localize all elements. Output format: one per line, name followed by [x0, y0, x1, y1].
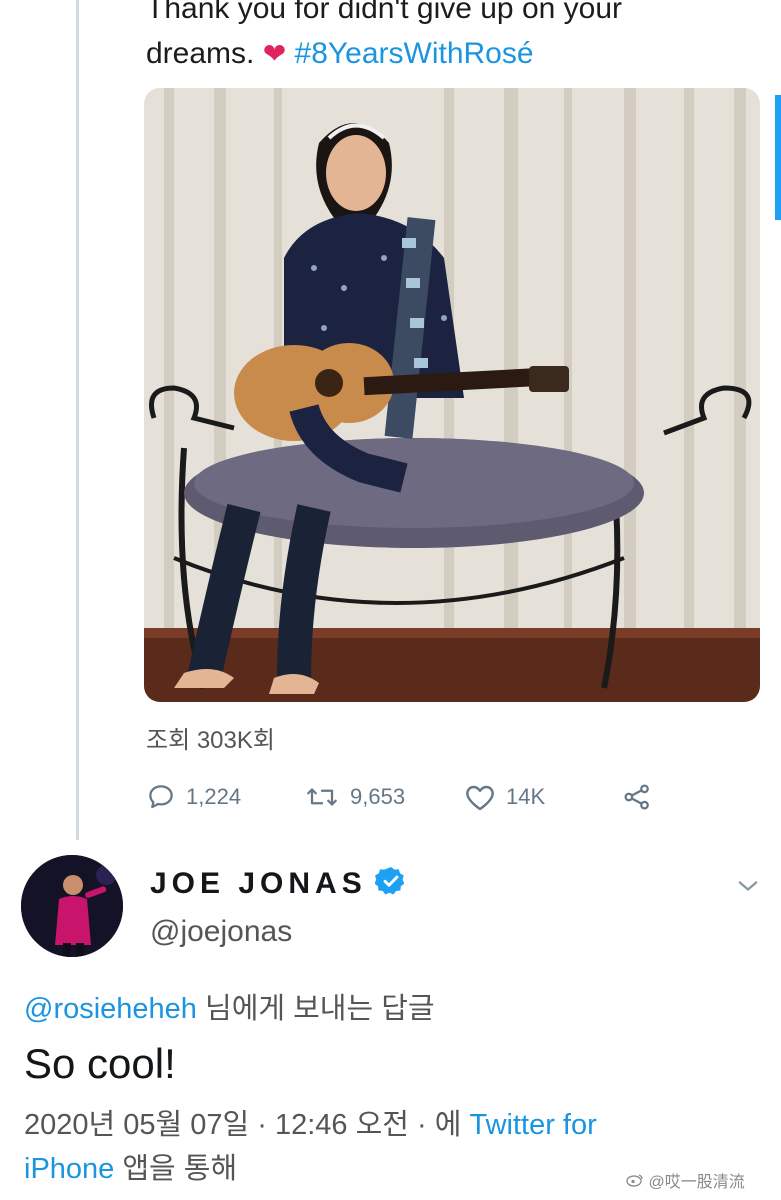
- share-icon: [622, 782, 652, 812]
- like-count: 14K: [506, 784, 546, 809]
- replying-to-suffix: 님에게 보내는 답글: [196, 993, 435, 1025]
- client-link-part2[interactable]: iPhone: [24, 1153, 114, 1185]
- heart-emoji: ❤: [262, 38, 287, 69]
- tweet-text-line-2: dreams. ❤ #8YearsWithRosé: [146, 31, 746, 76]
- chevron-down-icon[interactable]: [734, 872, 762, 905]
- weibo-icon: [626, 1174, 648, 1191]
- user-handle[interactable]: @joejonas: [150, 915, 292, 949]
- hashtag-link[interactable]: #8YearsWithRosé: [295, 37, 534, 70]
- share-action[interactable]: [622, 777, 652, 817]
- retweet-action[interactable]: 9,653: [304, 777, 405, 817]
- avatar[interactable]: [21, 855, 123, 957]
- like-icon: [464, 782, 496, 812]
- retweet-icon: [304, 782, 340, 812]
- tweet-text-line-1: Thank you for didn't give up on your: [146, 0, 623, 25]
- reply-text: So cool!: [24, 1040, 176, 1087]
- tweet-text-line-2-text: dreams.: [146, 37, 255, 70]
- verified-badge-icon: [374, 865, 407, 902]
- retweet-count: 9,653: [350, 784, 406, 809]
- tweet-actions: 1,224 9,653 14K: [146, 777, 666, 817]
- video-frame: [144, 88, 760, 702]
- tweet-text: Thank you for didn't give up on your dre…: [146, 0, 746, 76]
- reply-icon: [146, 782, 176, 812]
- avatar-image: [21, 855, 123, 957]
- thread-connector-line: [76, 0, 79, 840]
- meta-suffix: 앱을 통해: [114, 1153, 238, 1185]
- tweet-meta: 2020년 05월 07일 · 12:46 오전 · 에 Twitter for…: [24, 1103, 724, 1191]
- watermark-text: @哎一股清流: [648, 1174, 745, 1191]
- watermark: @哎一股清流: [626, 1168, 745, 1192]
- reply-action[interactable]: 1,224: [146, 777, 241, 817]
- replying-to: @rosieheheh 님에게 보내는 답글: [24, 985, 435, 1027]
- reply-author[interactable]: JOE JONAS: [150, 865, 407, 902]
- display-name[interactable]: JOE JONAS: [150, 867, 367, 901]
- reply-count: 1,224: [186, 784, 242, 809]
- like-action[interactable]: 14K: [464, 777, 545, 817]
- client-link-part1[interactable]: Twitter for: [469, 1109, 596, 1141]
- scroll-indicator[interactable]: [775, 95, 781, 220]
- timestamp: 2020년 05월 07일 · 12:46 오전 · 에: [24, 1109, 470, 1141]
- view-count: 조회 303K회: [146, 727, 275, 754]
- replying-to-mention[interactable]: @rosieheheh: [24, 993, 197, 1025]
- tweet-video[interactable]: [144, 88, 760, 702]
